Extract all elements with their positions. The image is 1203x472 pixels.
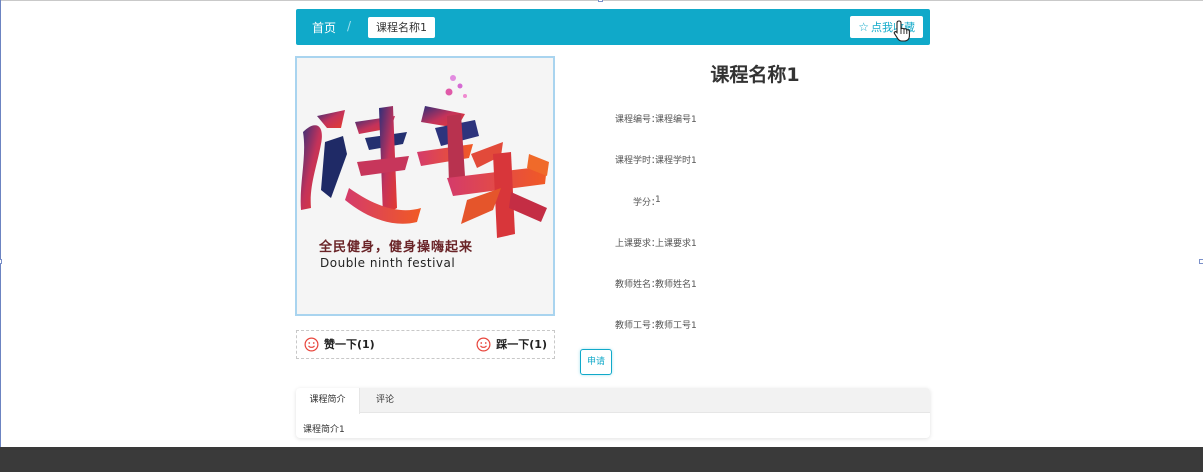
window-left-border <box>0 0 1 472</box>
dislike-label: 踩一下(1) <box>496 338 547 351</box>
info-value: 上课要求1 <box>655 239 697 249</box>
vote-panel: 赞一下(1) 踩一下(1) <box>296 330 555 359</box>
tab-content: 课程简介1 <box>303 425 345 435</box>
course-title: 课程名称1 <box>710 64 800 86</box>
info-value: 1 <box>655 195 661 205</box>
info-value: 教师姓名1 <box>655 280 697 290</box>
info-value: 教师工号1 <box>655 321 697 331</box>
poster-slogan: 全民健身，健身操嗨起来 <box>319 240 474 255</box>
resize-handle-left[interactable] <box>0 259 2 264</box>
info-row-requirements: 上课要求： 上课要求1 <box>580 236 930 252</box>
dislike-button[interactable]: 踩一下(1) <box>476 336 547 352</box>
tab-course-intro[interactable]: 课程简介 <box>296 388 360 414</box>
info-row-teacher-name: 教师姓名： 教师姓名1 <box>580 277 930 293</box>
breadcrumb-bar: 首页 / 课程名称1 ☆ 点我收藏 <box>296 9 930 45</box>
favorite-button[interactable]: ☆ 点我收藏 <box>850 16 923 38</box>
info-row-course-hours: 课程学时： 课程学时1 <box>580 153 930 169</box>
info-label: 教师工号： <box>614 321 660 331</box>
info-row-teacher-id: 教师工号： 教师工号1 <box>580 318 930 334</box>
resize-handle-right[interactable] <box>1199 259 1203 264</box>
info-label: 课程学时： <box>614 156 660 166</box>
course-poster-image: 全民健身，健身操嗨起来 Double ninth festival <box>295 56 555 316</box>
breadcrumb-current: 课程名称1 <box>368 17 435 38</box>
smiley-icon <box>304 337 319 351</box>
tab-comments[interactable]: 评论 <box>360 388 410 414</box>
info-value: 课程学时1 <box>655 156 697 166</box>
like-button[interactable]: 赞一下(1) <box>304 336 375 352</box>
apply-button[interactable]: 申请 <box>580 349 612 375</box>
info-label: 上课要求： <box>614 239 660 249</box>
info-row-course-id: 课程编号： 课程编号1 <box>580 112 930 128</box>
resize-handle-top[interactable] <box>598 0 603 2</box>
info-label: 教师姓名： <box>614 280 660 290</box>
breadcrumb-home-link[interactable]: 首页 <box>312 19 336 36</box>
poster-calligraphy-art <box>300 75 549 238</box>
breadcrumb-separator: / <box>347 19 352 33</box>
info-row-credits: 学分： 1 <box>580 195 930 211</box>
like-label: 赞一下(1) <box>324 338 375 351</box>
course-tabs-panel: 课程简介 评论 课程简介1 <box>296 388 930 438</box>
info-value: 课程编号1 <box>655 115 697 125</box>
star-outline-icon: ☆ <box>858 20 869 34</box>
hand-cursor-icon <box>893 20 910 42</box>
poster-subtitle: Double ninth festival <box>320 256 456 270</box>
smiley-icon <box>476 337 491 351</box>
info-label: 课程编号： <box>614 115 660 125</box>
page-footer <box>0 447 1203 472</box>
